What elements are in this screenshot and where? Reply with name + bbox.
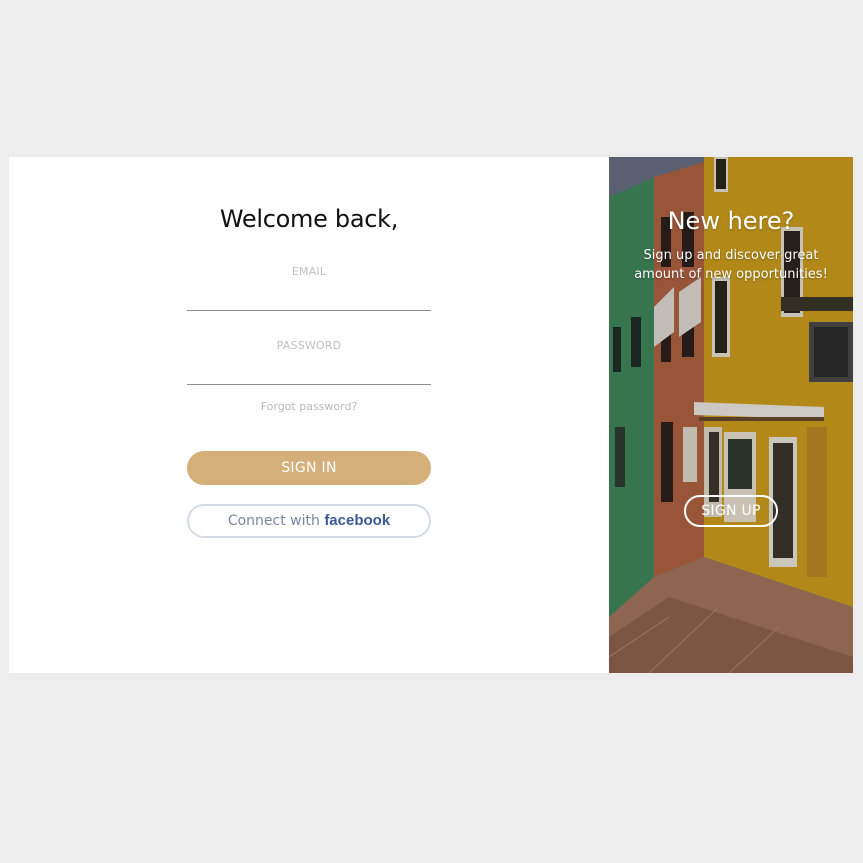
auth-card: Welcome back, EMAIL PASSWORD Forgot pass… (9, 157, 853, 673)
email-input[interactable] (187, 286, 431, 311)
sign-in-button[interactable]: SIGN IN (187, 451, 431, 485)
sign-up-button[interactable]: SIGN UP (684, 495, 778, 527)
signin-form: Welcome back, EMAIL PASSWORD Forgot pass… (9, 157, 609, 673)
password-field-group: PASSWORD (187, 339, 431, 385)
signin-title: Welcome back, (219, 205, 399, 233)
email-field-group: EMAIL (187, 265, 431, 311)
connect-facebook-button[interactable]: Connect with facebook (187, 504, 431, 538)
signup-description: Sign up and discover great amount of new… (634, 248, 828, 282)
facebook-prefix-text: Connect with (227, 513, 320, 529)
email-label: EMAIL (291, 265, 327, 278)
signup-title: New here? (667, 207, 795, 235)
facebook-brand-text: facebook (324, 512, 391, 529)
password-label: PASSWORD (276, 339, 342, 352)
forgot-password-link[interactable]: Forgot password? (9, 400, 609, 413)
password-input[interactable] (187, 360, 431, 385)
signup-panel: New here? Sign up and discover great amo… (609, 157, 853, 673)
